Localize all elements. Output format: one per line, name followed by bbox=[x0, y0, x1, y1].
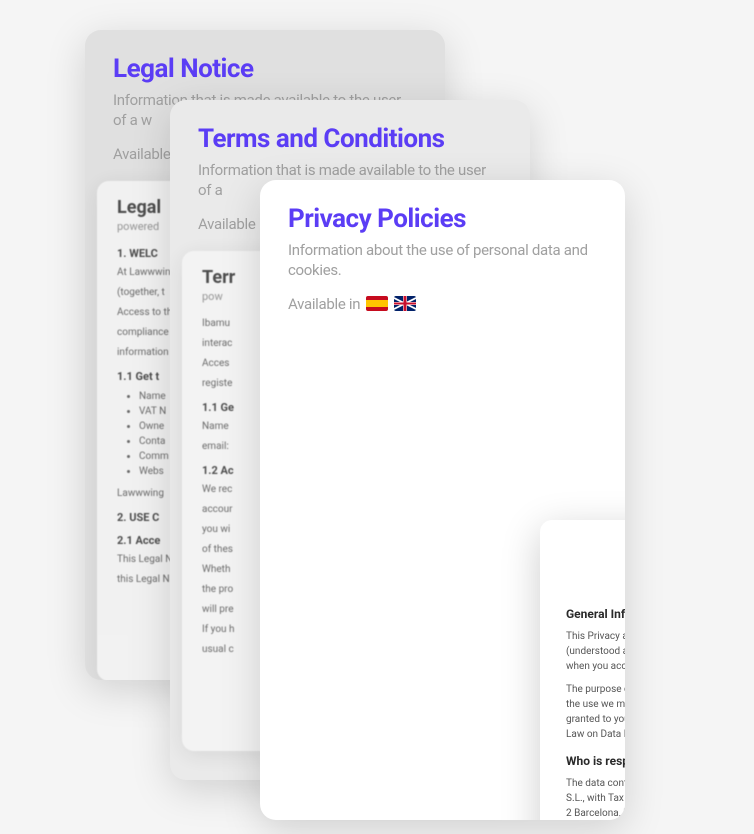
available-label: Available bbox=[198, 215, 256, 233]
general-info-heading: General Information bbox=[566, 607, 625, 621]
privacy-subtitle: Information about the use of personal da… bbox=[288, 240, 597, 281]
privacy-doc-powered: powered by Lawwwing bbox=[566, 569, 625, 583]
general-info-paragraph: The purpose of this Privacy and Cookies … bbox=[566, 682, 625, 742]
responsible-heading: Who is responsible? bbox=[566, 754, 625, 768]
privacy-doc-title: Privacy Policies and Cookies bbox=[566, 544, 625, 567]
flag-spain-icon[interactable] bbox=[366, 296, 388, 311]
available-label: Available in bbox=[288, 295, 360, 313]
privacy-policies-card: Privacy Policies Information about the u… bbox=[260, 180, 625, 820]
privacy-available: Available in bbox=[288, 295, 597, 313]
legal-notice-title: Legal Notice bbox=[113, 54, 417, 84]
flag-uk-icon[interactable] bbox=[394, 296, 416, 311]
general-info-paragraph: This Privacy and Cookies Policy applies … bbox=[566, 629, 625, 674]
responsible-paragraph: The data controller for the personal dat… bbox=[566, 776, 625, 820]
privacy-header: Privacy Policies Information about the u… bbox=[260, 180, 625, 327]
terms-title: Terms and Conditions bbox=[198, 124, 502, 154]
privacy-title: Privacy Policies bbox=[288, 204, 597, 234]
privacy-doc-overlay: Privacy Policies and Cookies powered by … bbox=[540, 520, 625, 820]
